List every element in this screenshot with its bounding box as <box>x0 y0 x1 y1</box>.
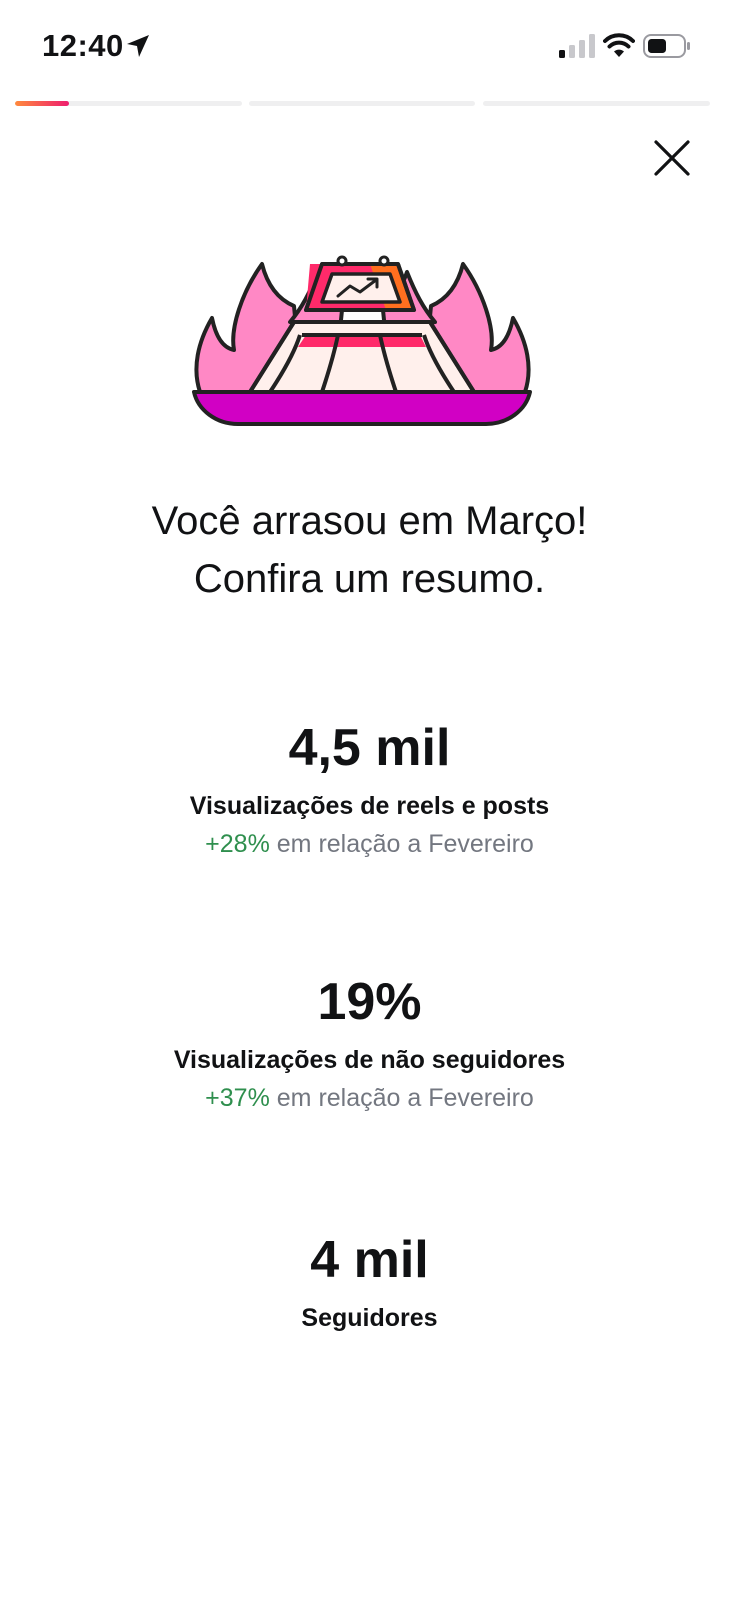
wifi-icon <box>603 33 635 57</box>
stat-comparison: +37% em relação a Fevereiro <box>0 1081 739 1115</box>
stat-change: +37% <box>205 1084 270 1112</box>
battery-icon <box>643 34 690 58</box>
story-progress-bar <box>15 101 710 106</box>
stat-change: +28% <box>205 830 270 858</box>
stat-label: Visualizações de não seguidores <box>173 1046 566 1074</box>
status-bar: 12:40 <box>0 0 739 92</box>
stat-comparison-text: em relação a Fevereiro <box>276 1084 534 1112</box>
story-progress-segment <box>249 101 475 106</box>
stat-nonfollowers: 19% Visualizações de não seguidores +37%… <box>0 971 739 1115</box>
headline-line-1: Você arrasou em Março! <box>151 499 588 543</box>
close-button[interactable] <box>648 134 696 182</box>
recap-headline: Você arrasou em Março! Confira um resumo… <box>0 492 739 608</box>
stat-label: Seguidores <box>301 1304 438 1332</box>
location-arrow-icon <box>127 35 149 57</box>
cellular-signal-icon <box>559 34 595 58</box>
story-progress-fill <box>15 101 70 106</box>
fiery-trophy-chart-illustration <box>192 255 532 426</box>
story-progress-segment <box>483 101 710 106</box>
stat-comparison: +28% em relação a Fevereiro <box>0 827 739 861</box>
story-progress-segment <box>15 101 242 106</box>
headline-line-2: Confira um resumo. <box>193 557 546 601</box>
stat-value: 4,5 mil <box>288 719 451 777</box>
close-icon <box>654 140 690 176</box>
stat-value: 4 mil <box>310 1231 429 1289</box>
stat-comparison-text: em relação a Fevereiro <box>276 830 534 858</box>
stat-label: Visualizações de reels e posts <box>189 792 550 820</box>
stat-followers: 4 mil Seguidores <box>0 1229 739 1335</box>
status-time: 12:40 <box>42 28 124 63</box>
monthly-recap-screen: 12:40 Você arrasou em Março! Confira um … <box>0 0 739 1600</box>
stat-value: 19% <box>317 973 422 1031</box>
stat-views: 4,5 mil Visualizações de reels e posts +… <box>0 717 739 861</box>
